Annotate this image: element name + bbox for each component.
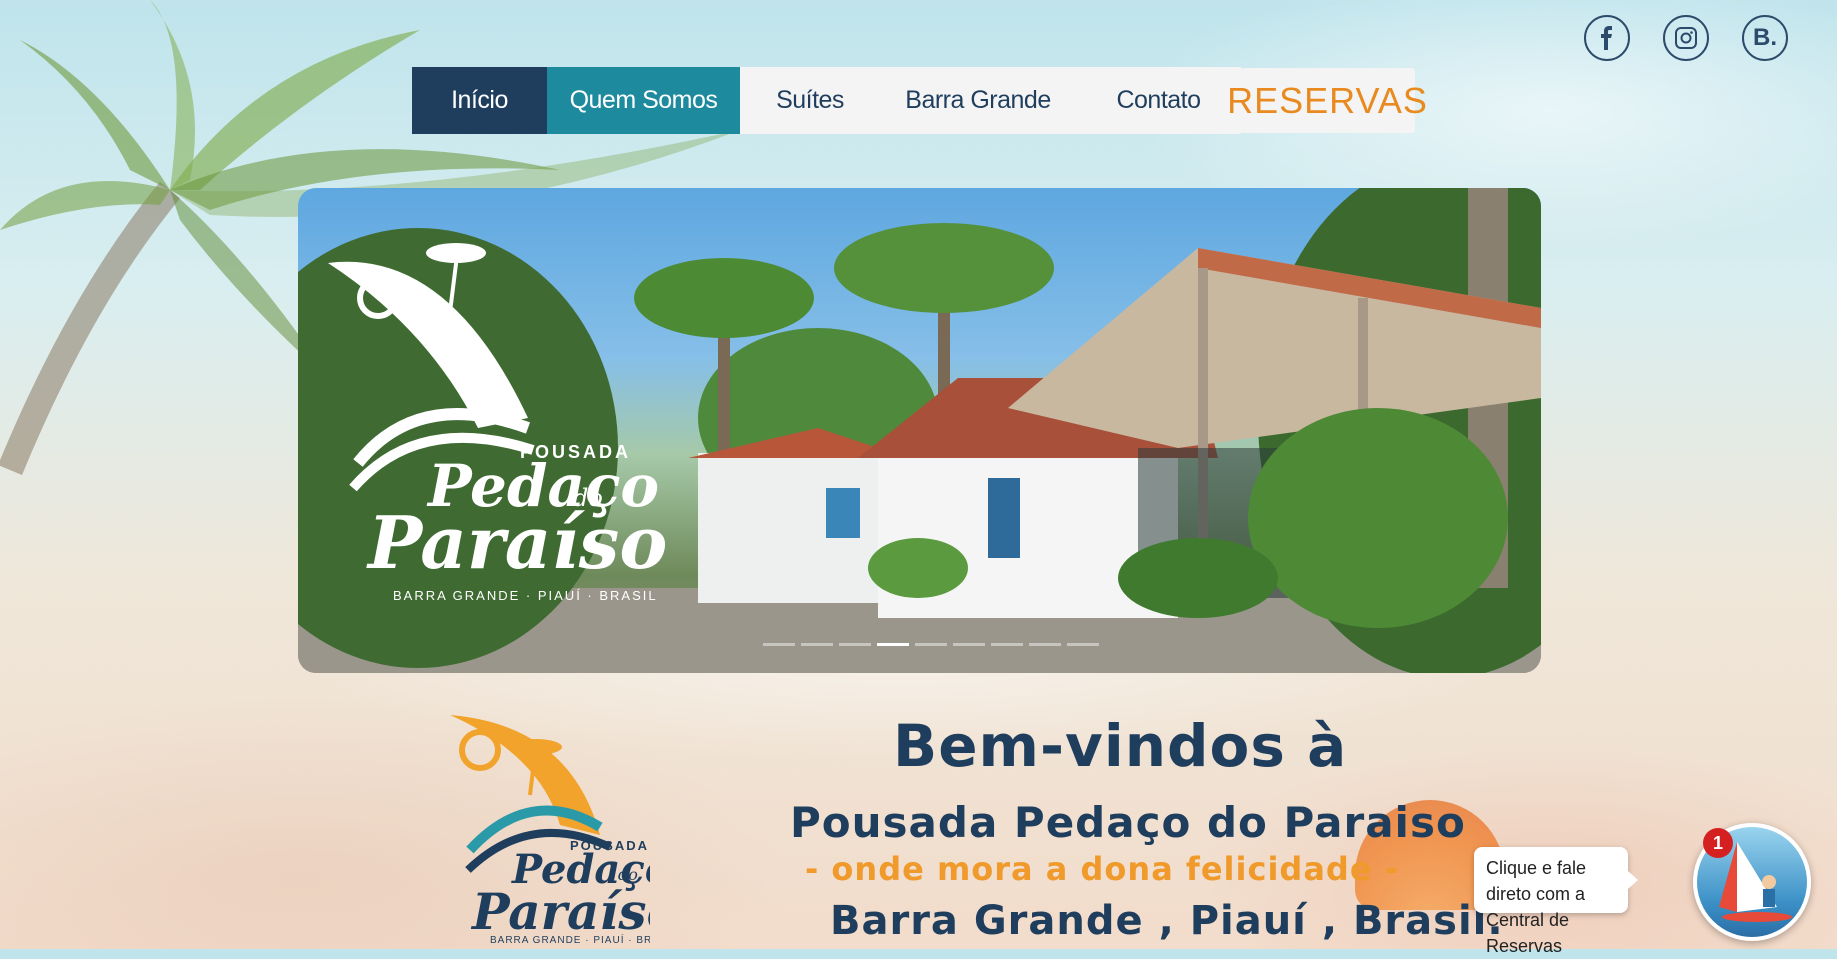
slider-dot[interactable] <box>877 643 909 646</box>
nav-item-suites[interactable]: Suítes <box>740 67 880 134</box>
facebook-button[interactable] <box>1584 15 1630 61</box>
welcome-tagline: - onde mora a dona felicidade - <box>805 850 1399 888</box>
slider-dot[interactable] <box>915 643 947 646</box>
slide-photo: POUSADA Pedaço do Paraíso BARRA GRANDE ·… <box>298 188 1541 673</box>
pousada-logo: POUSADA Pedaço do Paraíso BARRA GRANDE ·… <box>450 715 650 945</box>
slider-dots <box>763 643 1099 646</box>
instagram-button[interactable] <box>1663 15 1709 61</box>
welcome-logo-location: BARRA GRANDE · PIAUÍ · BRASIL <box>490 933 650 945</box>
slider-logo-location: BARRA GRANDE · PIAUÍ · BRASIL <box>393 588 658 603</box>
slider-dot[interactable] <box>801 643 833 646</box>
slider-dot[interactable] <box>1029 643 1061 646</box>
slider-dot[interactable] <box>763 643 795 646</box>
slider-dot[interactable] <box>953 643 985 646</box>
nav-item-inicio[interactable]: Início <box>412 67 547 134</box>
welcome-logo-name2: Paraíso <box>470 882 650 941</box>
slider-dot[interactable] <box>1067 643 1099 646</box>
slider-dot[interactable] <box>839 643 871 646</box>
welcome-heading: Bem-vindos à <box>893 712 1348 780</box>
chat-prompt-line1: Clique e fale direto com a <box>1486 858 1587 904</box>
welcome-pousada-name: Pousada Pedaço do Paraiso <box>790 798 1466 847</box>
nav-item-contato[interactable]: Contato <box>1076 67 1241 134</box>
reservas-button[interactable]: RESERVAS <box>1227 68 1427 133</box>
chat-prompt-bubble[interactable]: Clique e fale direto com a Central de Re… <box>1474 847 1638 956</box>
nav-item-barra-grande[interactable]: Barra Grande <box>880 67 1076 134</box>
hero-slider[interactable]: POUSADA Pedaço do Paraíso BARRA GRANDE ·… <box>298 188 1541 673</box>
nav-item-quem-somos[interactable]: Quem Somos <box>547 67 740 134</box>
welcome-location: Barra Grande , Piauí , Brasil. <box>830 898 1504 944</box>
chat-prompt-line2: Central de Reservas <box>1486 910 1570 956</box>
facebook-icon <box>1601 26 1612 50</box>
booking-icon: B. <box>1753 24 1777 51</box>
instagram-icon <box>1675 27 1697 49</box>
slider-logo-name2: Paraíso <box>366 500 667 585</box>
chat-notification-badge: 1 <box>1703 828 1733 858</box>
slider-dot[interactable] <box>991 643 1023 646</box>
booking-button[interactable]: B. <box>1742 15 1788 61</box>
main-nav: Início Quem Somos Suítes Barra Grande Co… <box>412 67 1241 134</box>
